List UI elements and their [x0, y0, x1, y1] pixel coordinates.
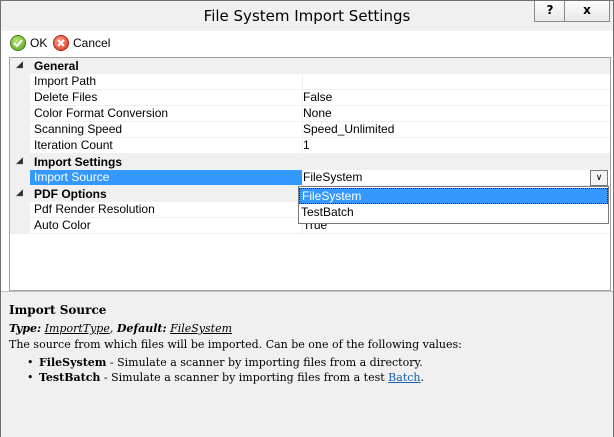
property-row-color-format[interactable]: Color Format Conversion None [10, 106, 610, 122]
property-name: Iteration Count [30, 138, 303, 154]
chevron-down-icon[interactable]: ∨ [590, 170, 608, 186]
property-name: Pdf Render Resolution [30, 202, 303, 218]
default-value: FileSystem [170, 322, 233, 335]
toolbar: OK Cancel [1, 31, 613, 55]
category-label: PDF Options [34, 187, 107, 201]
dialog-window: File System Import Settings ? x OK Cance… [0, 0, 614, 437]
property-name: Auto Color [30, 218, 303, 234]
bullet-term: FileSystem [39, 356, 107, 369]
cancel-button[interactable]: Cancel [53, 35, 110, 51]
property-name: Scanning Speed [30, 122, 303, 138]
description-type-line: Type: ImportType, Default: FileSystem [9, 322, 233, 335]
collapse-icon[interactable]: ◢ [16, 187, 23, 198]
property-value[interactable]: Speed_Unlimited [299, 122, 610, 138]
type-value: ImportType [44, 322, 110, 335]
checkmark-icon [10, 35, 26, 51]
bullet-tail: . [420, 371, 424, 384]
description-bullet: • FileSystem - Simulate a scanner by impo… [27, 356, 423, 369]
dropdown-option-filesystem[interactable]: FileSystem [299, 188, 608, 204]
help-button[interactable]: ? [534, 1, 566, 22]
description-text: The source from which files will be impo… [9, 338, 462, 351]
description-title: Import Source [9, 303, 107, 317]
property-row-iteration-count[interactable]: Iteration Count 1 [10, 138, 610, 154]
property-value[interactable]: FileSystem ∨ [299, 170, 610, 186]
cancel-label: Cancel [73, 36, 111, 50]
property-row-import-source[interactable]: Import Source FileSystem ∨ [10, 170, 610, 186]
property-value[interactable]: 1 [299, 138, 610, 154]
title-bar: File System Import Settings ? x [1, 1, 613, 32]
dropdown-list: FileSystem TestBatch [298, 186, 609, 224]
description-panel: Import Source Type: ImportType, Default:… [1, 291, 613, 437]
batch-link[interactable]: Batch [388, 371, 420, 384]
property-value[interactable]: None [299, 106, 610, 122]
property-grid: ◢ General Import Path Delete Files False… [9, 57, 611, 291]
ok-button[interactable]: OK [10, 35, 47, 51]
close-button[interactable]: x [564, 1, 610, 22]
category-label: General [34, 59, 79, 73]
property-name: Import Path [30, 74, 303, 90]
property-name: Import Source [30, 170, 303, 186]
category-general[interactable]: ◢ General [10, 58, 610, 74]
dropdown-option-testbatch[interactable]: TestBatch [299, 204, 608, 220]
property-name: Delete Files [30, 90, 303, 106]
property-row-delete-files[interactable]: Delete Files False [10, 90, 610, 106]
bullet-term: TestBatch [39, 371, 101, 384]
window-title: File System Import Settings [203, 7, 411, 25]
ok-label: OK [30, 36, 48, 50]
property-row-scanning-speed[interactable]: Scanning Speed Speed_Unlimited [10, 122, 610, 138]
default-prefix: Default: [116, 322, 167, 335]
dropdown-value[interactable]: FileSystem [303, 170, 362, 184]
category-import-settings[interactable]: ◢ Import Settings [10, 154, 610, 170]
property-name: Color Format Conversion [30, 106, 303, 122]
category-label: Import Settings [34, 155, 123, 169]
bullet-text: - Simulate a scanner by importing files … [100, 371, 389, 384]
description-bullet: • TestBatch - Simulate a scanner by impor… [27, 371, 424, 384]
property-value[interactable] [299, 74, 610, 90]
collapse-icon[interactable]: ◢ [16, 59, 23, 70]
property-row-import-path[interactable]: Import Path [10, 74, 610, 90]
property-value[interactable]: False [299, 90, 610, 106]
type-prefix: Type: [9, 322, 42, 335]
cancel-icon [53, 35, 69, 51]
bullet-text: - Simulate a scanner by importing files … [106, 356, 423, 369]
collapse-icon[interactable]: ◢ [16, 155, 23, 166]
